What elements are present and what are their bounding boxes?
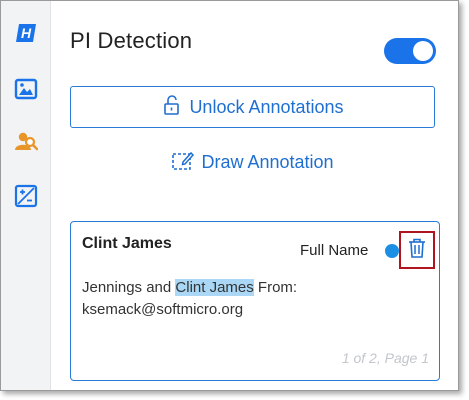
h-logo-icon[interactable]: H [14, 21, 38, 45]
sidebar: H [1, 1, 51, 390]
draw-annotation-label: Draw Annotation [201, 151, 334, 172]
snippet-highlight: Clint James [175, 279, 254, 296]
svg-text:H: H [21, 25, 32, 41]
page-indicator: 1 of 2, Page 1 [341, 350, 429, 366]
trash-icon [407, 237, 427, 264]
pi-type-label: Full Name [300, 242, 369, 259]
unlock-icon [161, 94, 189, 121]
delete-annotation-button[interactable] [399, 231, 435, 269]
annotation-snippet: Jennings and Clint James From: ksemack@s… [82, 277, 422, 321]
pi-type-color-dot [385, 244, 399, 258]
draw-annotation-icon [171, 149, 201, 176]
image-edit-icon[interactable] [14, 184, 38, 208]
page-title: PI Detection [70, 28, 193, 53]
main-content: PI Detection Unlock Annotations Draw Ann… [51, 1, 458, 390]
person-search-icon[interactable] [14, 129, 39, 153]
unlock-annotations-label: Unlock Annotations [189, 96, 344, 117]
draw-annotation-button[interactable]: Draw Annotation [70, 148, 435, 176]
snippet-before: Jennings and [82, 279, 176, 296]
image-icon[interactable] [14, 77, 38, 101]
annotation-card[interactable]: Clint James Full Name Jennings and Clint… [70, 221, 440, 381]
annotation-name: Clint James [82, 235, 172, 252]
pi-detection-toggle[interactable] [384, 38, 436, 64]
toggle-knob [413, 41, 433, 61]
unlock-annotations-button[interactable]: Unlock Annotations [70, 86, 435, 128]
pi-detection-panel: H PI Detection Unlock Annotations Draw A… [0, 0, 459, 391]
